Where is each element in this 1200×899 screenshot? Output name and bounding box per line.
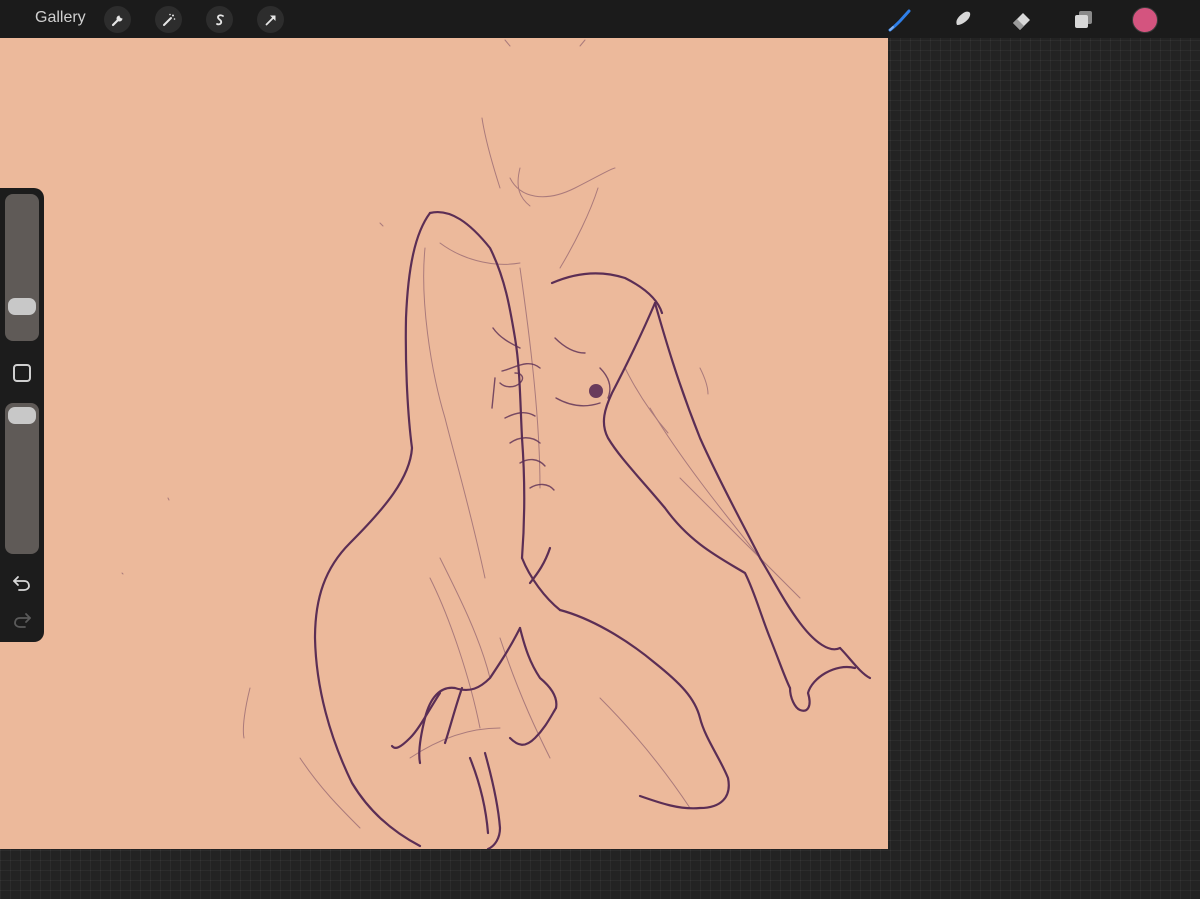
layers-icon	[1075, 11, 1092, 28]
selection-s-icon	[215, 13, 224, 25]
gallery-button[interactable]: Gallery	[35, 9, 86, 27]
undo-button[interactable]	[10, 572, 34, 594]
wrench-icon	[111, 15, 122, 26]
transform-arrow-icon	[265, 15, 275, 25]
brush-size-thumb[interactable]	[8, 298, 36, 316]
figure-sketch	[0, 38, 888, 849]
top-toolbar: Gallery	[0, 0, 1200, 38]
modify-button[interactable]	[13, 364, 31, 382]
eraser-icon	[1013, 13, 1030, 30]
selection-button[interactable]	[206, 6, 233, 33]
brush-tool[interactable]	[886, 6, 914, 34]
brush-size-slider[interactable]	[5, 194, 39, 341]
drawing-canvas[interactable]	[0, 38, 888, 849]
opacity-slider[interactable]	[5, 403, 39, 554]
redo-icon	[14, 613, 31, 628]
redo-button	[10, 609, 34, 631]
adjustments-button[interactable]	[155, 6, 182, 33]
brush-icon	[888, 9, 911, 32]
actions-button[interactable]	[104, 6, 131, 33]
color-picker[interactable]	[1132, 7, 1158, 33]
layers-tool[interactable]	[1069, 6, 1097, 34]
brush-sidebar	[0, 188, 44, 642]
smudge-tool[interactable]	[947, 6, 975, 34]
eraser-tool[interactable]	[1008, 6, 1036, 34]
transform-button[interactable]	[257, 6, 284, 33]
magic-wand-icon	[162, 13, 175, 26]
opacity-thumb[interactable]	[8, 407, 36, 424]
undo-icon	[13, 576, 30, 591]
smudge-icon	[954, 11, 971, 29]
